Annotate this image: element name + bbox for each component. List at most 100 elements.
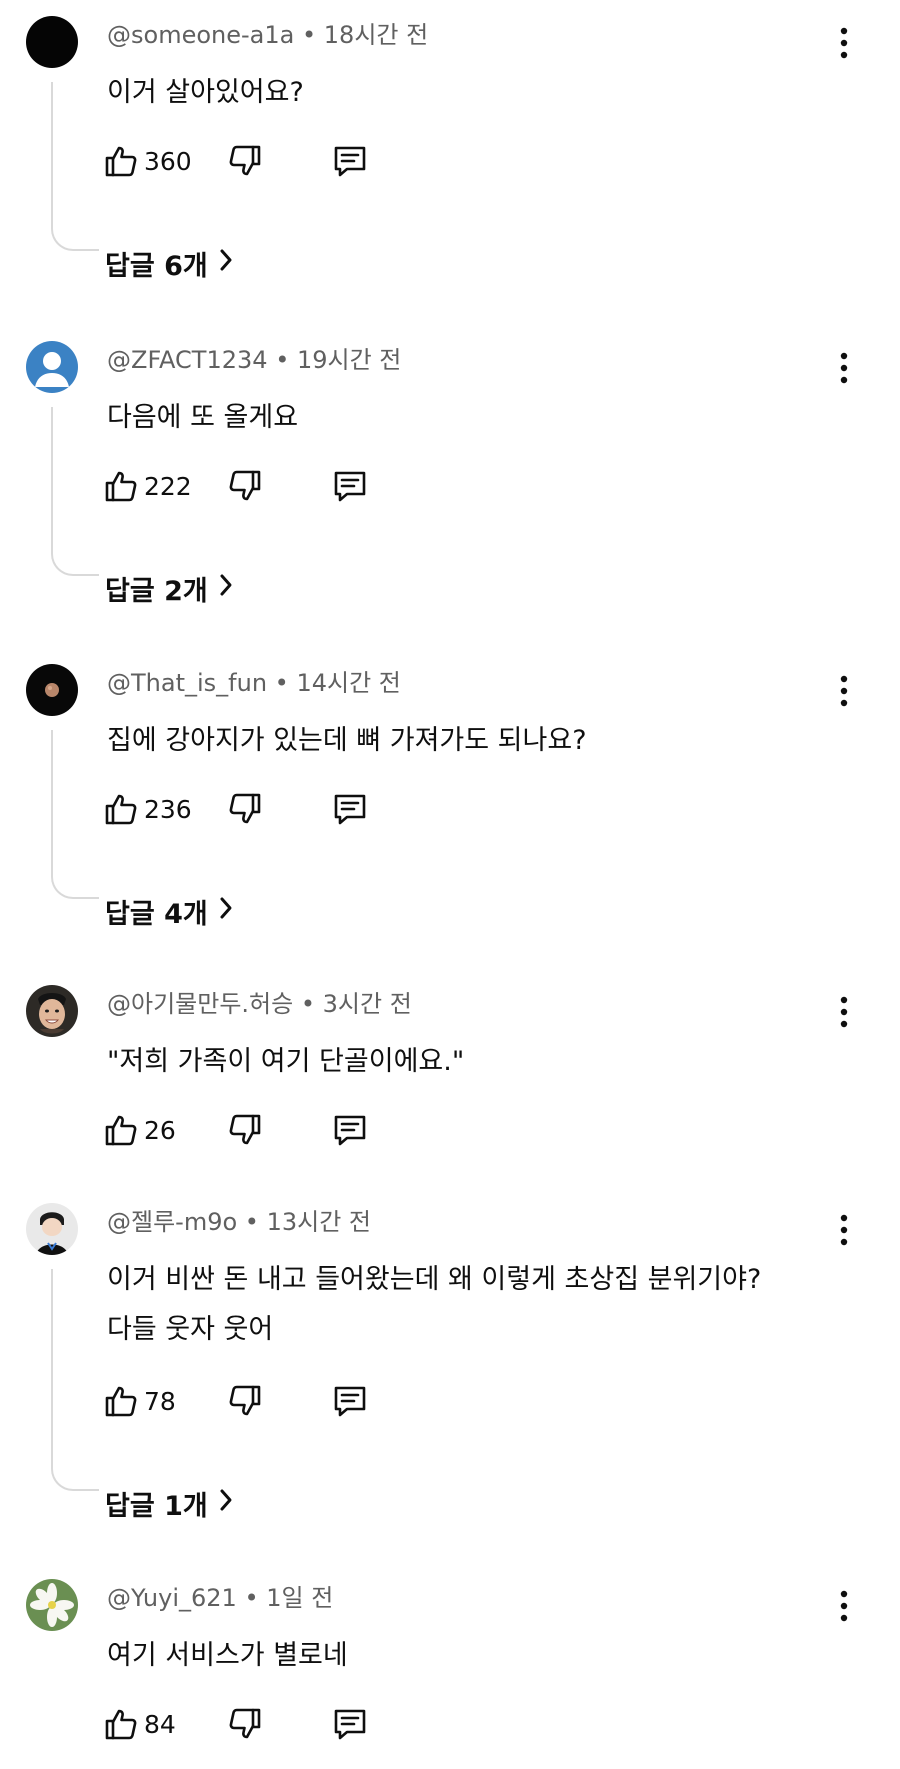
comment-actions: 78 [104,1379,404,1423]
like-button[interactable]: 26 [104,1108,176,1152]
thumbs-down-icon [228,792,262,826]
comment-text: "저희 가족이 여기 단골이에요." [107,1037,464,1087]
dislike-button[interactable] [228,1702,262,1746]
like-button[interactable]: 360 [104,139,192,183]
reply-comment-icon [332,143,368,179]
comment-line: 이거 비싼 돈 내고 들어왔는데 왜 이렇게 초상집 분위기야? [107,1264,762,1295]
dislike-button[interactable] [228,787,262,831]
like-count: 26 [144,1115,176,1145]
reply-comment-icon [332,1112,368,1148]
moon-avatar[interactable] [26,664,78,716]
like-button[interactable]: 84 [104,1702,176,1746]
view-replies-button[interactable]: 답글 2개 [105,568,234,608]
comment-handle[interactable]: @That_is_fun [107,669,267,697]
view-replies-button[interactable]: 답글 1개 [105,1483,234,1523]
dislike-button[interactable] [228,1379,262,1423]
thumbs-up-icon [104,144,138,178]
comment-text: 이거 살아있어요? [107,68,304,118]
dislike-button[interactable] [228,139,262,183]
comment-handle[interactable]: @젤루-m9o [107,1208,237,1236]
comment-text: 집에 강아지가 있는데 뼈 가져가도 되나요? [107,716,587,766]
comment-text: 다음에 또 올게요 [107,393,298,443]
thumbs-down-icon [228,144,262,178]
comment-time: 3시간 전 [322,990,412,1018]
comment-time: 14시간 전 [296,669,401,697]
view-replies-button[interactable]: 답글 6개 [105,243,234,283]
more-vertical-icon[interactable] [836,674,852,708]
comment-line: 다들 웃자 웃어 [107,1314,274,1345]
reply-thread-line [51,407,99,576]
like-button[interactable]: 236 [104,787,192,831]
default-person-avatar[interactable] [26,341,78,393]
thumbs-down-icon [228,1707,262,1741]
more-vertical-icon[interactable] [836,1589,852,1623]
dislike-button[interactable] [228,1108,262,1152]
comment-line: "저희 가족이 여기 단골이에요." [107,1046,465,1077]
thumbs-up-icon [104,792,138,826]
comment-handle[interactable]: @ZFACT1234 [107,346,268,374]
reply-thread-line [51,1269,99,1491]
dot-separator: • [301,21,324,49]
reply-button[interactable] [332,1379,368,1423]
reply-button[interactable] [332,1108,368,1152]
dot-separator: • [244,1584,267,1612]
reply-button[interactable] [332,139,368,183]
reply-button[interactable] [332,1702,368,1746]
thumbs-up-icon [104,1384,138,1418]
comment-text: 여기 서비스가 별로네 [107,1631,348,1681]
comment-meta: @젤루-m9o • 13시간 전 [107,1207,371,1237]
view-replies-button[interactable]: 답글 4개 [105,891,234,931]
chevron-right-icon [208,248,234,279]
like-button[interactable]: 78 [104,1379,176,1423]
reply-comment-icon [332,791,368,827]
like-button[interactable]: 222 [104,464,192,508]
comment-meta: @Yuyi_621 • 1일 전 [107,1583,333,1613]
dislike-button[interactable] [228,464,262,508]
character-avatar[interactable] [26,1203,78,1255]
replies-label: 답글 6개 [105,250,208,282]
like-count: 84 [144,1709,176,1739]
more-vertical-icon[interactable] [836,995,852,1029]
comment-time: 18시간 전 [323,21,429,49]
thumbs-down-icon [228,1113,262,1147]
replies-label: 답글 4개 [105,898,208,930]
comment-handle[interactable]: @Yuyi_621 [107,1584,237,1612]
reply-comment-icon [332,1706,368,1742]
chevron-right-icon [208,896,234,927]
replies-label: 답글 2개 [105,575,208,607]
more-vertical-icon[interactable] [836,1213,852,1247]
thumbs-up-icon [104,469,138,503]
dot-separator: • [275,346,297,374]
comment-actions: 84 [104,1702,404,1746]
like-count: 360 [144,146,192,176]
flower-avatar[interactable] [26,1579,78,1631]
like-count: 222 [144,471,192,501]
comment-line: 집에 강아지가 있는데 뼈 가져가도 되나요? [107,725,587,756]
reply-button[interactable] [332,464,368,508]
thumbs-up-icon [104,1707,138,1741]
comment-actions: 360 [104,139,404,183]
reply-comment-icon [332,468,368,504]
comment-meta: @That_is_fun • 14시간 전 [107,668,401,698]
comment-time: 13시간 전 [266,1208,372,1236]
black-circle-avatar[interactable] [26,16,78,68]
more-vertical-icon[interactable] [836,26,852,60]
comment-time: 19시간 전 [296,346,402,374]
more-vertical-icon[interactable] [836,351,852,385]
face-photo-avatar[interactable] [26,985,78,1037]
reply-thread-line [51,730,99,899]
comment-meta: @ZFACT1234 • 19시간 전 [107,345,401,375]
comment-actions: 222 [104,464,404,508]
thumbs-up-icon [104,1113,138,1147]
comment-line: 이거 살아있어요? [107,77,304,108]
comment-meta: @아기물만두.허승 • 3시간 전 [107,989,412,1019]
comment-handle[interactable]: @someone-a1a [107,21,294,49]
comment-handle[interactable]: @아기물만두.허승 [107,990,293,1018]
reply-comment-icon [332,1383,368,1419]
reply-button[interactable] [332,787,368,831]
comment-line: 여기 서비스가 별로네 [107,1640,348,1671]
comment-actions: 236 [104,787,404,831]
thumbs-down-icon [228,1384,262,1418]
like-count: 78 [144,1386,176,1416]
like-count: 236 [144,794,192,824]
